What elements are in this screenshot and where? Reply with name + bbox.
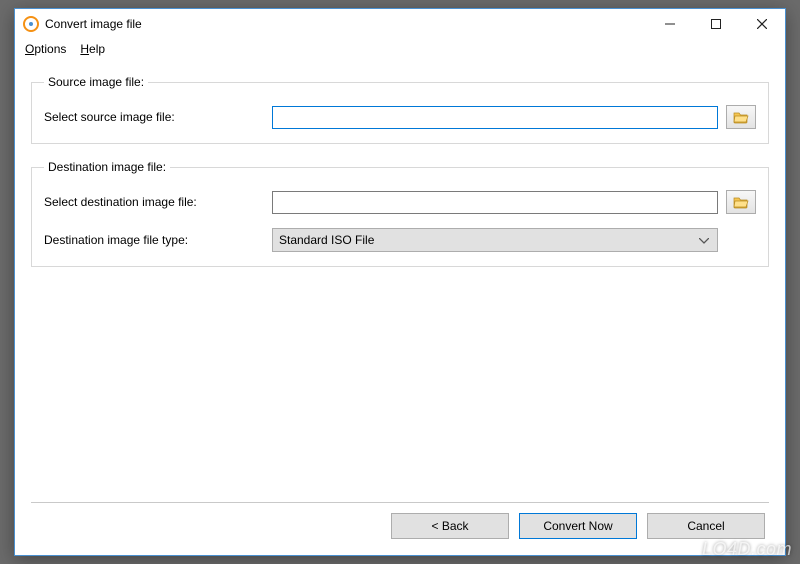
client-area: Source image file: Select source image f… [15, 61, 785, 555]
maximize-button[interactable] [693, 9, 739, 39]
destination-browse-button[interactable] [726, 190, 756, 214]
source-browse-button[interactable] [726, 105, 756, 129]
convert-now-button[interactable]: Convert Now [519, 513, 637, 539]
folder-open-icon [733, 195, 749, 209]
destination-type-select[interactable]: Standard ISO File [272, 228, 718, 252]
cancel-button[interactable]: Cancel [647, 513, 765, 539]
destination-type-value: Standard ISO File [279, 233, 374, 247]
source-group: Source image file: Select source image f… [31, 75, 769, 144]
app-window: Convert image file Options Help Source i… [14, 8, 786, 556]
footer-buttons: < Back Convert Now Cancel [31, 513, 769, 545]
destination-legend: Destination image file: [44, 160, 170, 174]
minimize-button[interactable] [647, 9, 693, 39]
destination-file-label: Select destination image file: [44, 195, 272, 209]
back-button[interactable]: < Back [391, 513, 509, 539]
menu-options[interactable]: Options [25, 42, 66, 56]
destination-file-input[interactable] [272, 191, 718, 214]
chevron-down-icon [699, 233, 709, 247]
destination-group: Destination image file: Select destinati… [31, 160, 769, 267]
menubar: Options Help [15, 39, 785, 61]
window-title: Convert image file [45, 17, 142, 31]
close-button[interactable] [739, 9, 785, 39]
titlebar: Convert image file [15, 9, 785, 39]
app-icon [23, 16, 39, 32]
footer-separator [31, 502, 769, 503]
folder-open-icon [733, 110, 749, 124]
source-legend: Source image file: [44, 75, 148, 89]
destination-type-label: Destination image file type: [44, 233, 272, 247]
source-label: Select source image file: [44, 110, 272, 124]
menu-help[interactable]: Help [80, 42, 105, 56]
source-file-input[interactable] [272, 106, 718, 129]
window-controls [647, 9, 785, 39]
